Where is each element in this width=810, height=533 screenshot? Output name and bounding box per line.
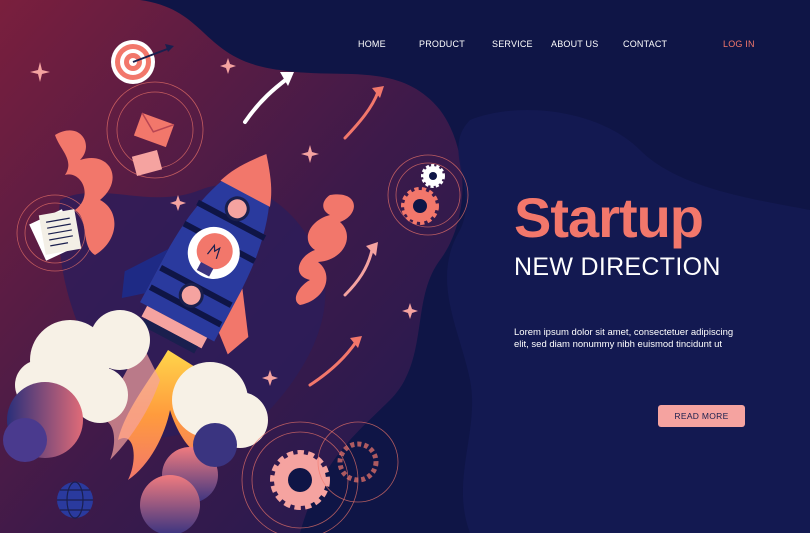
nav-item-home[interactable]: HOME (358, 39, 386, 49)
login-link[interactable]: LOG IN (723, 39, 755, 49)
hero-title: Startup (514, 186, 704, 249)
read-more-button[interactable]: READ MORE (658, 405, 745, 427)
top-navigation: HOME PRODUCT SERVICE ABOUT US CONTACT LO… (0, 39, 810, 53)
nav-item-service[interactable]: SERVICE (492, 39, 533, 49)
landing-page: HOME PRODUCT SERVICE ABOUT US CONTACT LO… (0, 0, 810, 533)
nav-item-product[interactable]: PRODUCT (419, 39, 465, 49)
hero-description: Lorem ipsum dolor sit amet, consectetuer… (514, 327, 734, 350)
nav-item-contact[interactable]: CONTACT (623, 39, 667, 49)
nav-item-about-us[interactable]: ABOUT US (551, 39, 598, 49)
globe-icon (57, 481, 93, 519)
hero-subtitle: NEW DIRECTION (514, 253, 721, 281)
